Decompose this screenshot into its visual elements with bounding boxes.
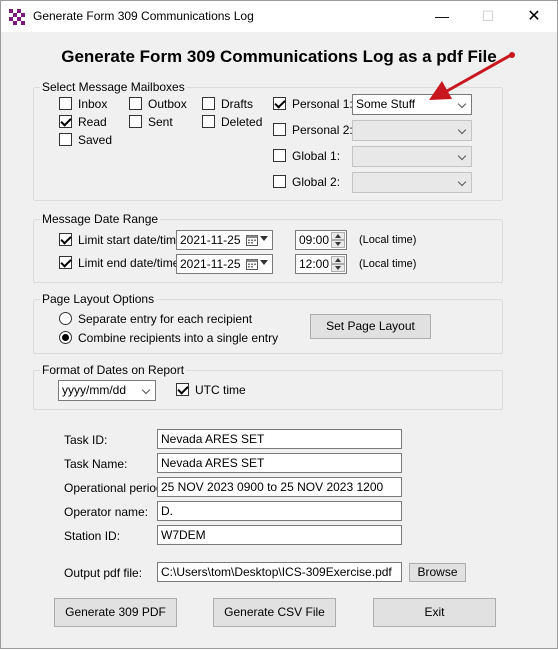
end-time-spinner[interactable]: 12:00	[295, 254, 347, 274]
outbox-label: Outbox	[148, 97, 187, 111]
end-time-note: (Local time)	[359, 258, 417, 270]
combine-entry-label: Combine recipients into a single entry	[78, 331, 279, 345]
drafts-checkbox[interactable]	[202, 97, 215, 110]
chevron-down-icon	[457, 99, 467, 109]
calendar-icon	[246, 235, 258, 246]
personal1-checkbox[interactable]	[273, 97, 286, 110]
minimize-icon: —	[435, 8, 449, 24]
chevron-down-icon	[260, 236, 268, 241]
personal2-label: Personal 2:	[292, 123, 353, 137]
page-heading: Generate Form 309 Communications Log as …	[61, 47, 497, 66]
task-id-label: Task ID:	[64, 433, 108, 447]
close-icon: ✕	[527, 8, 541, 25]
end-date-label: Limit end date/time:	[78, 256, 183, 270]
chevron-down-icon	[141, 385, 151, 395]
combine-entry-radio[interactable]	[59, 331, 72, 344]
end-date-picker[interactable]: 2021-11-25	[176, 254, 273, 274]
personal1-value: Some Stuff	[356, 97, 416, 111]
maximize-icon: ☐	[481, 8, 495, 24]
read-label: Read	[78, 115, 107, 129]
chevron-down-icon	[457, 151, 467, 161]
start-date-picker[interactable]: 2021-11-25	[176, 230, 273, 250]
start-time-value: 09:00	[299, 233, 330, 247]
date-format-value: yyyy/mm/dd	[62, 383, 127, 397]
utc-label: UTC time	[195, 383, 246, 397]
exit-button[interactable]: Exit	[373, 598, 496, 627]
read-checkbox[interactable]	[59, 115, 72, 128]
start-date-label: Limit start date/time:	[78, 233, 187, 247]
deleted-checkbox[interactable]	[202, 115, 215, 128]
output-file-input[interactable]: C:\Users\tom\Desktop\ICS-309Exercise.pdf	[157, 562, 402, 582]
chevron-down-icon	[457, 125, 467, 135]
personal1-label: Personal 1:	[292, 97, 353, 111]
end-time-value: 12:00	[299, 257, 330, 271]
maximize-button[interactable]: ☐	[465, 1, 511, 32]
task-id-input[interactable]: Nevada ARES SET	[157, 429, 402, 449]
start-time-spinner[interactable]: 09:00	[295, 230, 347, 250]
separate-entry-radio[interactable]	[59, 312, 72, 325]
minimize-button[interactable]: —	[419, 1, 465, 32]
station-id-input[interactable]: W7DEM	[157, 525, 402, 545]
saved-label: Saved	[78, 133, 113, 147]
inbox-checkbox[interactable]	[59, 97, 72, 110]
drafts-label: Drafts	[221, 97, 254, 111]
start-date-value: 2021-11-25	[180, 233, 241, 247]
end-date-value: 2021-11-25	[180, 257, 241, 271]
set-page-layout-button[interactable]: Set Page Layout	[310, 314, 431, 339]
mailboxes-group-title: Select Message Mailboxes	[40, 80, 187, 94]
saved-checkbox[interactable]	[59, 133, 72, 146]
inbox-label: Inbox	[78, 97, 108, 111]
chevron-down-icon	[260, 260, 268, 265]
start-date-checkbox[interactable]	[59, 233, 72, 246]
chevron-down-icon	[457, 177, 467, 187]
personal1-select[interactable]: Some Stuff	[352, 94, 472, 115]
date-format-select[interactable]: yyyy/mm/dd	[58, 380, 156, 401]
global1-select[interactable]	[352, 146, 472, 167]
personal2-checkbox[interactable]	[273, 123, 286, 136]
station-id-label: Station ID:	[64, 529, 121, 543]
spin-down-icon[interactable]	[331, 264, 345, 272]
date-range-group-title: Message Date Range	[40, 212, 161, 226]
date-format-group-title: Format of Dates on Report	[40, 363, 187, 377]
global2-label: Global 2:	[292, 175, 341, 189]
global1-label: Global 1:	[292, 149, 341, 163]
task-name-label: Task Name:	[64, 457, 128, 471]
deleted-label: Deleted	[221, 115, 263, 129]
page-layout-group: Page Layout Options	[33, 292, 503, 354]
calendar-icon	[246, 259, 258, 270]
generate-csv-button[interactable]: Generate CSV File	[213, 598, 336, 627]
end-date-checkbox[interactable]	[59, 256, 72, 269]
global2-select[interactable]	[352, 172, 472, 193]
operator-input[interactable]: D.	[157, 501, 402, 521]
outbox-checkbox[interactable]	[129, 97, 142, 110]
close-button[interactable]: ✕	[511, 1, 557, 32]
generate-pdf-button[interactable]: Generate 309 PDF	[54, 598, 177, 627]
title-bar: Generate Form 309 Communications Log — ☐…	[1, 1, 557, 32]
app-window: Generate Form 309 Communications Log — ☐…	[0, 0, 558, 649]
separate-entry-label: Separate entry for each recipient	[78, 312, 253, 326]
sent-checkbox[interactable]	[129, 115, 142, 128]
app-checker-icon	[9, 9, 25, 25]
time-spin-buttons[interactable]	[331, 232, 345, 248]
page-layout-group-title: Page Layout Options	[40, 292, 157, 306]
time-spin-buttons[interactable]	[331, 256, 345, 272]
global1-checkbox[interactable]	[273, 149, 286, 162]
start-time-note: (Local time)	[359, 234, 417, 246]
sent-label: Sent	[148, 115, 173, 129]
op-period-label: Operational period:	[64, 481, 167, 495]
global2-checkbox[interactable]	[273, 175, 286, 188]
personal2-select[interactable]	[352, 120, 472, 141]
output-file-label: Output pdf file:	[64, 566, 143, 580]
operator-label: Operator name:	[64, 505, 149, 519]
utc-checkbox[interactable]	[176, 383, 189, 396]
spin-up-icon[interactable]	[331, 232, 345, 240]
task-name-input[interactable]: Nevada ARES SET	[157, 453, 402, 473]
window-title: Generate Form 309 Communications Log	[33, 9, 254, 23]
browse-button[interactable]: Browse	[409, 563, 466, 582]
op-period-input[interactable]: 25 NOV 2023 0900 to 25 NOV 2023 1200	[157, 477, 402, 497]
spin-up-icon[interactable]	[331, 256, 345, 264]
spin-down-icon[interactable]	[331, 240, 345, 248]
